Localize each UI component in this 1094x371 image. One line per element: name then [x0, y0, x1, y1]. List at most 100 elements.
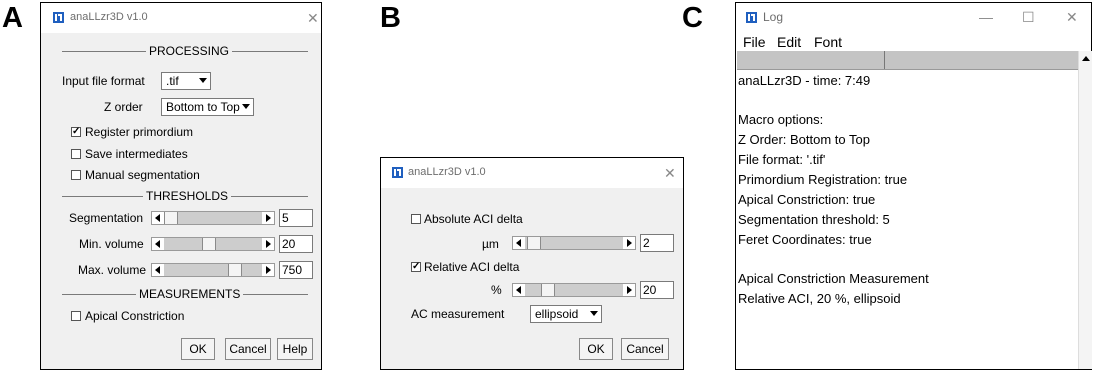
slider-thumb[interactable] [202, 238, 216, 250]
slider-right-arrow-icon[interactable] [262, 264, 274, 276]
chevron-down-icon [199, 78, 207, 83]
ok-button[interactable]: OK [181, 338, 215, 360]
select-value: Bottom to Top [166, 100, 240, 114]
input-file-format-label: Input file format [62, 74, 145, 88]
section-thresholds: THRESHOLDS [143, 189, 232, 203]
save-intermediates-label: Save intermediates [85, 147, 188, 161]
ok-button[interactable]: OK [579, 338, 613, 360]
slider-right-arrow-icon[interactable] [623, 237, 635, 249]
max-volume-value-field[interactable]: 750 [279, 261, 313, 279]
column-header [737, 51, 1078, 70]
title-bar: Log — ☐ ✕ [736, 3, 1091, 31]
ac-measurement-label: AC measurement [411, 307, 505, 321]
min-volume-label: Min. volume [79, 237, 144, 251]
um-label: µm [482, 237, 499, 251]
title-bar: anaLLzr3D v1.0 ✕ [41, 3, 321, 33]
log-line: Apical Constriction Measurement [738, 271, 929, 286]
close-icon[interactable]: ✕ [307, 11, 319, 25]
help-button[interactable]: Help [277, 338, 313, 360]
percent-value-field[interactable]: 20 [640, 281, 674, 299]
manual-segmentation-label: Manual segmentation [85, 168, 200, 182]
slider-thumb[interactable] [541, 284, 555, 296]
column-divider[interactable] [884, 51, 885, 69]
panel-label-b: B [380, 2, 401, 34]
imagej-icon [746, 12, 757, 23]
menu-file[interactable]: File [743, 34, 766, 50]
z-order-label: Z order [104, 100, 143, 114]
slider-left-arrow-icon[interactable] [152, 212, 164, 224]
slider-left-arrow-icon[interactable] [513, 284, 525, 296]
slider-left-arrow-icon[interactable] [152, 264, 164, 276]
slider-left-arrow-icon[interactable] [513, 237, 525, 249]
apical-constriction-label: Apical Constriction [85, 309, 185, 323]
slider-track[interactable] [525, 284, 623, 296]
cancel-button[interactable]: Cancel [225, 338, 271, 360]
slider-right-arrow-icon[interactable] [262, 212, 274, 224]
segmentation-slider[interactable] [151, 211, 275, 225]
percent-label: % [491, 283, 502, 297]
imagej-icon [392, 167, 403, 178]
register-primordium-checkbox[interactable]: ✓ [71, 127, 81, 137]
chevron-down-icon [242, 104, 250, 109]
log-line: Feret Coordinates: true [738, 232, 872, 247]
select-value: .tif [166, 74, 179, 88]
max-volume-slider[interactable] [151, 263, 275, 277]
relative-aci-delta-label: Relative ACI delta [424, 260, 520, 274]
apical-constriction-checkbox[interactable] [71, 311, 81, 321]
close-icon[interactable]: ✕ [1066, 10, 1078, 24]
log-line: anaLLzr3D - time: 7:49 [738, 73, 871, 88]
log-line: Relative ACI, 20 %, ellipsoid [738, 291, 901, 306]
slider-thumb[interactable] [527, 237, 541, 249]
absolute-aci-delta-checkbox[interactable] [411, 214, 421, 224]
input-file-format-select[interactable]: .tif [161, 72, 211, 90]
segmentation-value-field[interactable]: 5 [279, 209, 313, 227]
slider-thumb[interactable] [164, 212, 178, 224]
log-line: Segmentation threshold: 5 [738, 212, 890, 227]
slider-right-arrow-icon[interactable] [623, 284, 635, 296]
menu-edit[interactable]: Edit [777, 34, 801, 50]
log-text-area[interactable]: anaLLzr3D - time: 7:49 Macro options: Z … [738, 73, 1078, 363]
log-line: Apical Constriction: true [738, 192, 876, 207]
log-window: Log — ☐ ✕ File Edit Font anaLLzr3D - tim… [735, 2, 1092, 370]
manual-segmentation-checkbox[interactable] [71, 170, 81, 180]
ac-measurement-select[interactable]: ellipsoid [530, 305, 602, 323]
select-value: ellipsoid [535, 307, 579, 321]
absolute-aci-delta-label: Absolute ACI delta [424, 212, 523, 226]
um-value-field[interactable]: 2 [640, 234, 674, 252]
slider-right-arrow-icon[interactable] [262, 238, 274, 250]
log-line: Primordium Registration: true [738, 172, 908, 187]
percent-slider[interactable] [512, 283, 636, 297]
minimize-icon[interactable]: — [979, 10, 993, 24]
title-bar: anaLLzr3D v1.0 ✕ [381, 158, 683, 188]
min-volume-slider[interactable] [151, 237, 275, 251]
relative-aci-delta-checkbox[interactable]: ✓ [411, 262, 421, 272]
section-processing: PROCESSING [146, 44, 233, 58]
scroll-up-arrow-icon[interactable] [1082, 56, 1090, 61]
segmentation-label: Segmentation [69, 211, 144, 225]
log-line: Z Order: Bottom to Top [738, 132, 870, 147]
log-line: File format: '.tif' [738, 152, 826, 167]
slider-track[interactable] [164, 238, 262, 250]
panel-label-c: C [682, 2, 703, 34]
slider-left-arrow-icon[interactable] [152, 238, 164, 250]
min-volume-value-field[interactable]: 20 [279, 235, 313, 253]
um-slider[interactable] [512, 236, 636, 250]
z-order-select[interactable]: Bottom to Top [161, 98, 254, 116]
menu-bar: File Edit Font [736, 31, 1091, 51]
menu-font[interactable]: Font [814, 34, 842, 50]
slider-track[interactable] [164, 264, 262, 276]
window-title: anaLLzr3D v1.0 [70, 11, 148, 23]
maximize-icon[interactable]: ☐ [1022, 10, 1035, 24]
register-primordium-label: Register primordium [85, 125, 194, 139]
slider-track[interactable] [164, 212, 262, 224]
max-volume-label: Max. volume [78, 263, 147, 277]
dialog-aci: anaLLzr3D v1.0 ✕ Absolute ACI delta µm 2… [380, 157, 684, 370]
cancel-button[interactable]: Cancel [621, 338, 669, 360]
window-title: anaLLzr3D v1.0 [408, 166, 486, 178]
vertical-scrollbar[interactable] [1078, 51, 1092, 369]
slider-track[interactable] [525, 237, 623, 249]
close-icon[interactable]: ✕ [664, 166, 676, 180]
chevron-down-icon [590, 311, 598, 316]
slider-thumb[interactable] [228, 264, 242, 276]
save-intermediates-checkbox[interactable] [71, 149, 81, 159]
